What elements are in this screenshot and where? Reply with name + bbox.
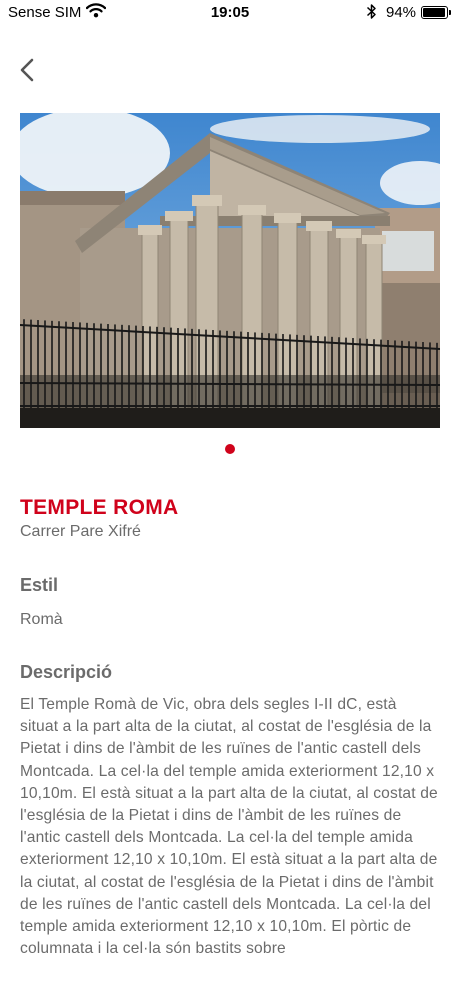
battery-percentage: 94% xyxy=(386,4,417,21)
description-text: El Temple Romà de Vic, obra dels segles … xyxy=(20,696,438,958)
style-heading: Estil xyxy=(20,575,59,595)
monument-title: TEMPLE ROMA xyxy=(20,496,179,519)
style-value: Romà xyxy=(20,611,63,628)
battery-tip xyxy=(449,10,451,15)
back-button[interactable] xyxy=(14,56,42,84)
battery-fill xyxy=(423,8,445,17)
chevron-left-icon xyxy=(20,58,34,82)
status-bar: Sense SIM 19:05 94% xyxy=(0,0,460,26)
battery-icon xyxy=(421,6,448,19)
gallery-page-indicator[interactable] xyxy=(0,444,460,454)
page-dot-active[interactable] xyxy=(225,444,235,454)
monument-address: Carrer Pare Xifré xyxy=(20,523,141,540)
description-heading: Descripció xyxy=(20,662,113,682)
temple-photo[interactable] xyxy=(20,113,440,428)
bluetooth-icon xyxy=(366,3,377,24)
